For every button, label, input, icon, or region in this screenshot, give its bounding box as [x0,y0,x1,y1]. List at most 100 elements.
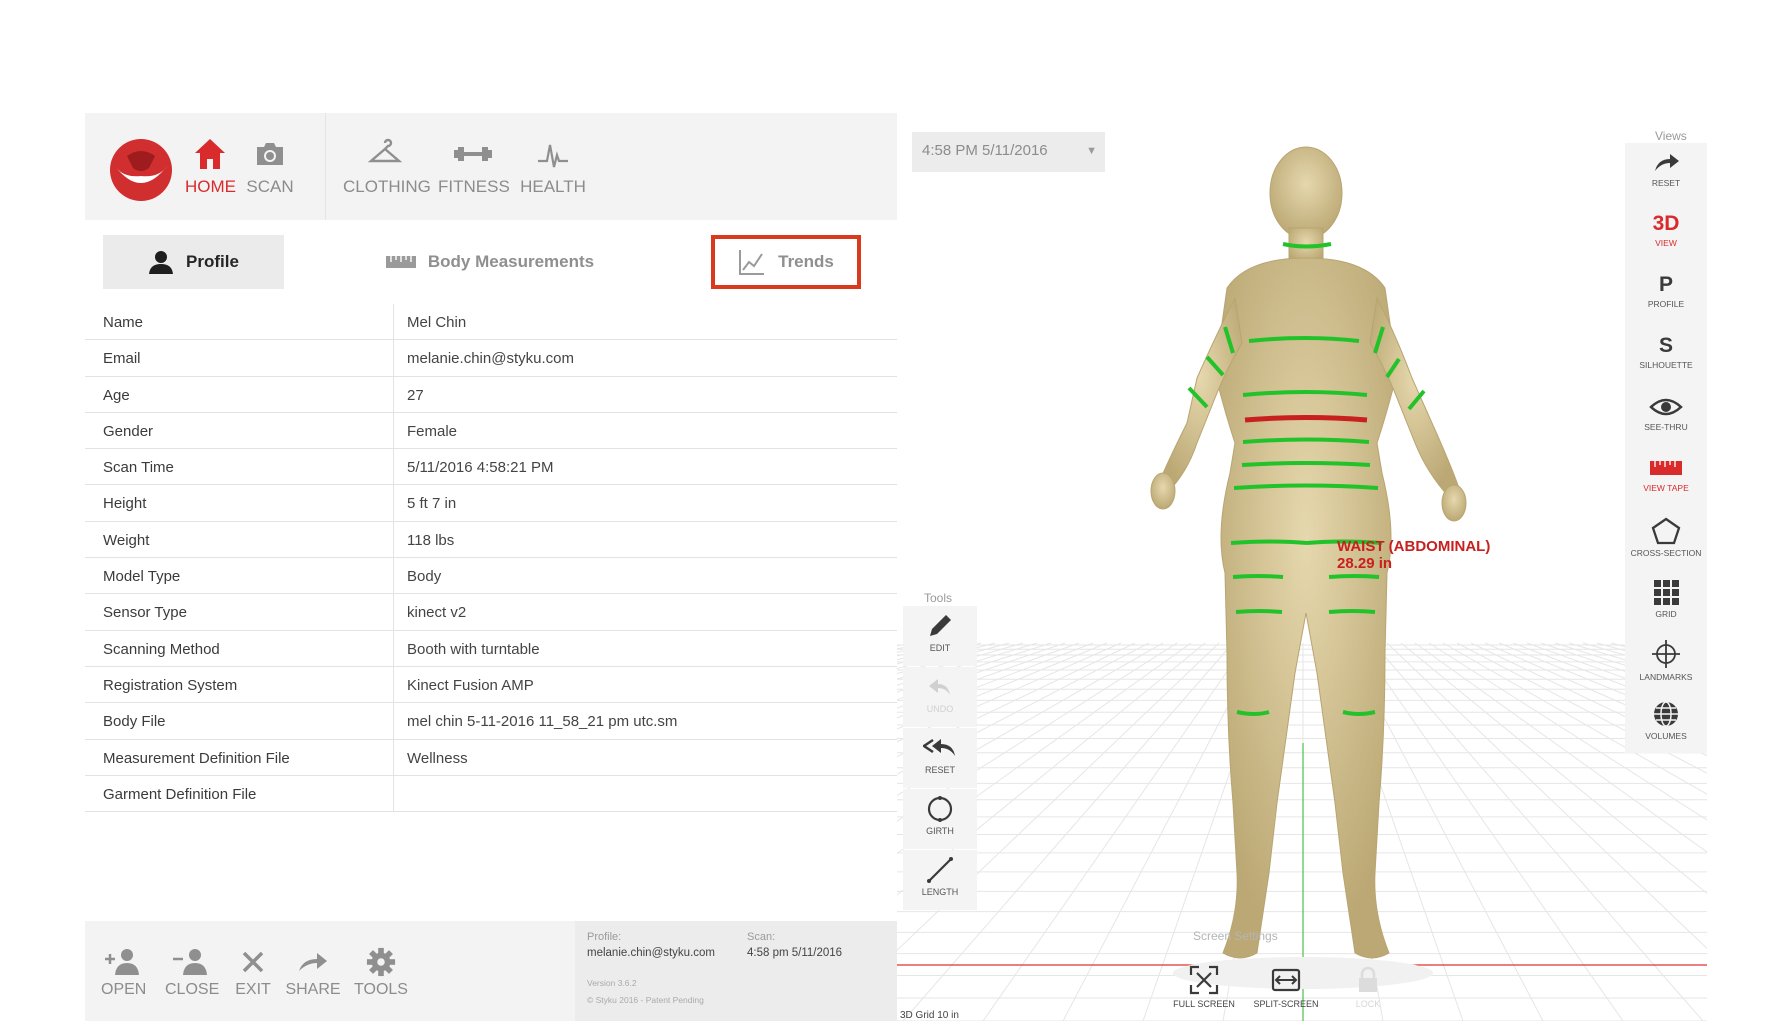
length-tool-button[interactable]: LENGTH [903,850,977,910]
tab-body-measurements[interactable]: Body Measurements [375,235,605,289]
scan-date-select[interactable]: 4:58 PM 5/11/2016 ▼ [912,132,1105,172]
waist-measurement-name: WAIST (ABDOMINAL) [1337,538,1491,555]
view-silhouette-button[interactable]: S SILHOUETTE [1625,326,1707,382]
view-cross-section-button[interactable]: CROSS-SECTION [1625,509,1707,565]
row-key: Height [103,495,147,513]
nav-scan[interactable]: SCAN [245,137,295,207]
exit-button[interactable]: EXIT [233,947,273,999]
length-tool-label: LENGTH [921,887,959,897]
row-key: Name [103,314,144,331]
table-row: Body File mel chin 5-11-2016 11_58_21 pm … [85,703,897,740]
tab-trends[interactable]: Trends [711,235,861,289]
share-arrow-icon [299,953,327,971]
info-scan-label: Scan: [747,931,776,943]
top-navigation: HOME SCAN CLOTHING FITNESS HEALTH [85,113,897,220]
view-profile-label: PROFILE [1647,299,1685,309]
tape-icon [1650,461,1682,475]
tab-profile[interactable]: Profile [103,235,284,289]
nav-health[interactable]: HEALTH [518,137,588,207]
3d-viewer[interactable]: WAIST (ABDOMINAL) 28.29 in 4:58 PM 5/11/… [897,113,1707,1021]
girth-tool-button[interactable]: GIRTH [903,789,977,849]
reset-tool-label: RESET [924,765,955,775]
share-button[interactable]: SHARE [285,947,341,999]
remove-user-icon [173,949,207,975]
close-button[interactable]: CLOSE [165,947,220,999]
row-value: 5/11/2016 4:58:21 PM [407,459,554,477]
reset-icon [923,738,955,756]
view-see-thru-label: SEE-THRU [1644,422,1688,432]
open-button[interactable]: OPEN [101,947,146,999]
view-profile-button[interactable]: P PROFILE [1625,265,1707,321]
tools-button[interactable]: TOOLS [353,947,409,999]
full-screen-label: FULL SCREEN [1173,999,1235,1009]
version-text: Version 3.6.2 [587,978,637,988]
reset-tool-button[interactable]: RESET [903,728,977,788]
share-label: SHARE [285,981,341,998]
nav-clothing[interactable]: CLOTHING [343,137,431,207]
crosshair-icon [1652,640,1680,668]
chart-icon [739,250,765,275]
nav-home[interactable]: HOME [185,137,236,207]
split-screen-label: SPLIT-SCREEN [1253,999,1319,1009]
close-label: CLOSE [165,981,220,998]
row-key: Scan Time [103,459,174,477]
fullscreen-icon [1189,965,1219,995]
view-reset-button[interactable]: RESET [1625,143,1707,199]
view-grid-button[interactable]: GRID [1625,570,1707,626]
girth-icon [927,796,953,822]
waist-measurement-value: 28.29 in [1337,555,1393,572]
reset-arrow-icon [1655,154,1679,171]
split-screen-icon [1271,968,1301,992]
table-row: Age 27 [85,376,897,413]
lock-icon [1359,966,1377,992]
table-row: Measurement Definition File Wellness [85,739,897,776]
left-panel: HOME SCAN CLOTHING FITNESS HEALTH Profil… [85,113,897,1021]
undo-tool-button[interactable]: UNDO [903,667,977,727]
app-window: HOME SCAN CLOTHING FITNESS HEALTH Profil… [0,0,1777,1031]
chevron-down-icon: ▼ [1086,145,1097,157]
add-user-icon [105,949,139,975]
edit-tool-button[interactable]: EDIT [903,606,977,666]
waist-tape-active [1244,415,1368,423]
row-key: Model Type [103,568,181,586]
view-tape-button[interactable]: VIEW TAPE [1625,448,1707,504]
view-profile-glyph: P [1658,273,1673,296]
close-icon [242,951,264,973]
view-grid-label: GRID [1655,609,1677,619]
view-reset-label: RESET [1651,178,1681,188]
table-row: Sensor Type kinect v2 [85,594,897,631]
lock-label: LOCK [1355,999,1381,1009]
view-3d-label: VIEW [1655,238,1677,248]
row-value: Wellness [407,749,468,767]
info-profile-value: melanie.chin@styku.com [587,947,715,959]
pencil-icon [930,615,951,636]
gear-icon [366,947,396,977]
tools-label: TOOLS [354,981,408,998]
globe-icon [1654,701,1678,727]
view-volumes-button[interactable]: VOLUMES [1625,692,1707,748]
split-screen-button[interactable]: SPLIT-SCREEN [1247,965,1325,1009]
table-row: Registration System Kinect Fusion AMP [85,666,897,704]
views-panel-title: Views [1655,129,1687,143]
row-value: melanie.chin@styku.com [407,350,574,368]
view-volumes-label: VOLUMES [1645,731,1687,741]
view-3d-button[interactable]: 3D VIEW [1625,204,1707,260]
row-value: 5 ft 7 in [407,495,457,513]
nav-health-label: HEALTH [520,177,586,196]
table-row: Garment Definition File [85,775,897,813]
view-see-thru-button[interactable]: SEE-THRU [1625,387,1707,443]
view-landmarks-label: LANDMARKS [1639,672,1693,682]
view-cross-section-label: CROSS-SECTION [1630,548,1702,558]
profile-table: Name Mel Chin Email melanie.chin@styku.com A… [85,304,897,813]
lock-button[interactable]: LOCK [1329,965,1407,1009]
row-key: Gender [103,422,154,440]
nav-fitness[interactable]: FITNESS [438,137,510,207]
grid-size-label: 3D Grid 10 in [900,1010,959,1021]
view-landmarks-button[interactable]: LANDMARKS [1625,631,1707,687]
edit-tool-label: EDIT [929,643,951,653]
full-screen-button[interactable]: FULL SCREEN [1165,965,1243,1009]
length-icon [927,857,953,883]
grid-icon [1654,580,1679,605]
views-panel: Views RESET 3D VIEW P PROFILE S SILHOUET… [1621,113,1707,753]
row-value: Mel Chin [407,314,467,331]
